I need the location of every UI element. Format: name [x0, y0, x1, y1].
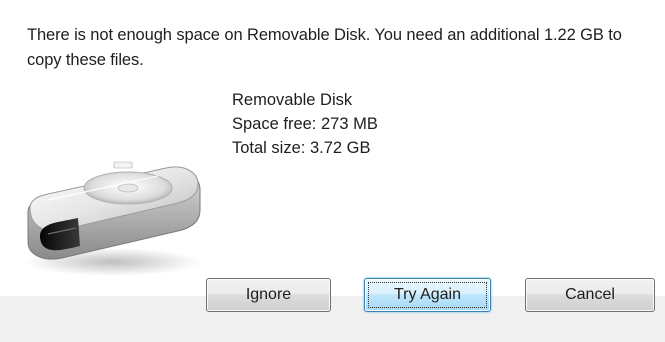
insufficient-space-dialog: There is not enough space on Removable D… — [0, 0, 665, 342]
cancel-button-label: Cancel — [565, 286, 615, 303]
drive-total-size: Total size: 3.72 GB — [232, 139, 371, 157]
drive-info: Removable Disk Space free: 273 MB Total … — [232, 88, 378, 160]
drive-name: Removable Disk — [232, 91, 353, 109]
drive-space-free: Space free: 273 MB — [232, 115, 378, 133]
ignore-button-label: Ignore — [245, 286, 292, 303]
ignore-button[interactable]: Ignore — [206, 278, 331, 312]
try-again-button[interactable]: Try Again — [364, 278, 491, 312]
try-again-button-label: Try Again — [394, 286, 461, 303]
cancel-button[interactable]: Cancel — [525, 278, 655, 312]
removable-drive-icon — [18, 150, 208, 280]
error-message: There is not enough space on Removable D… — [27, 26, 622, 69]
